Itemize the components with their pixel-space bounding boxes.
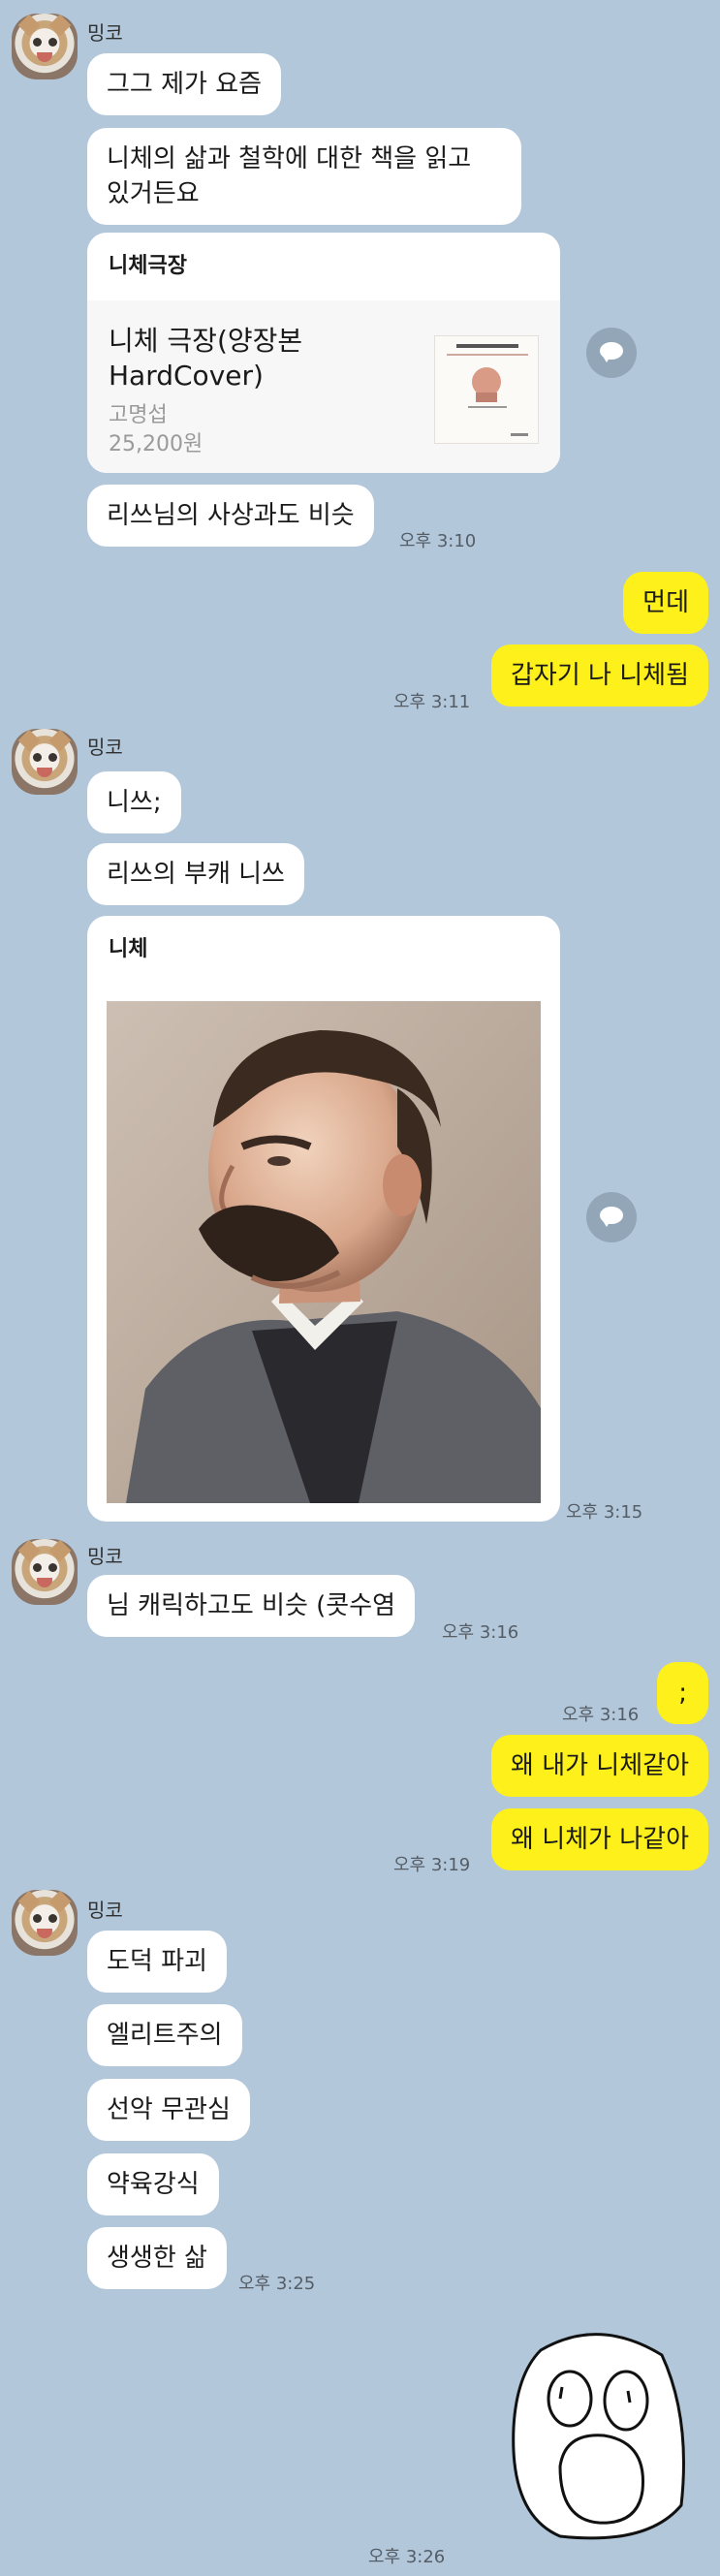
message-bubble[interactable]: 그그 제가 요즘: [87, 53, 282, 115]
message-bubble[interactable]: 리쓰의 부캐 니쓰: [87, 843, 304, 905]
message-bubble[interactable]: 니쓰;: [87, 771, 181, 833]
my-message-bubble[interactable]: 왜 내가 니체같아: [491, 1735, 708, 1797]
message-bubble[interactable]: 도덕 파괴: [87, 1931, 227, 1993]
card-header: 니체극장: [109, 254, 187, 278]
message-bubble[interactable]: 리쓰님의 사상과도 비슷: [87, 485, 374, 547]
my-message-bubble[interactable]: 왜 니체가 나같아: [491, 1808, 708, 1870]
timestamp: 오후 3:10: [399, 531, 477, 551]
book-meta: 고명섭 25,200원: [109, 401, 203, 459]
avatar[interactable]: [12, 729, 78, 795]
sender-name: 밍코: [87, 1899, 123, 1922]
message-bubble[interactable]: 약육강식: [87, 2153, 219, 2215]
card-header: 니체: [109, 937, 148, 961]
sender-name: 밍코: [87, 21, 123, 45]
book-author: 고명섭: [109, 403, 168, 427]
timestamp: 오후 3:19: [393, 1855, 471, 1875]
my-message-bubble[interactable]: ;: [657, 1662, 708, 1724]
book-title: 니체 극장(양장본 HardCover): [109, 325, 303, 392]
shocked-face-sticker[interactable]: [502, 2321, 696, 2544]
nietzsche-portrait-image: [107, 1001, 541, 1503]
timestamp: 오후 3:16: [562, 1705, 640, 1725]
timestamp: 오후 3:15: [566, 1502, 643, 1523]
timestamp: 오후 3:25: [238, 2274, 316, 2294]
avatar[interactable]: [12, 1539, 78, 1605]
message-bubble[interactable]: 선악 무관심: [87, 2079, 250, 2141]
book-cover-image: [434, 335, 539, 444]
share-button[interactable]: [586, 328, 637, 378]
message-bubble[interactable]: 생생한 삶: [87, 2227, 227, 2289]
my-message-bubble[interactable]: 먼데: [623, 572, 708, 634]
book-price: 25,200원: [109, 432, 203, 456]
book-link-card[interactable]: 니체극장 니체 극장(양장본 HardCover) 고명섭 25,200원: [87, 233, 560, 473]
avatar[interactable]: [12, 1890, 78, 1956]
timestamp: 오후 3:16: [442, 1622, 519, 1643]
message-bubble[interactable]: 엘리트주의: [87, 2004, 242, 2066]
message-bubble[interactable]: 니체의 삶과 철학에 대한 책을 읽고 있거든요: [87, 128, 521, 225]
my-message-bubble[interactable]: 갑자기 나 니체됨: [491, 644, 708, 707]
message-bubble[interactable]: 님 캐릭하고도 비슷 (콧수염: [87, 1575, 416, 1637]
timestamp: 오후 3:26: [368, 2547, 446, 2567]
share-button[interactable]: [586, 1192, 637, 1242]
avatar[interactable]: [12, 14, 78, 79]
sender-name: 밍코: [87, 736, 123, 759]
timestamp: 오후 3:11: [393, 692, 471, 712]
sender-name: 밍코: [87, 1545, 123, 1568]
image-link-card[interactable]: 니체: [87, 916, 560, 1522]
